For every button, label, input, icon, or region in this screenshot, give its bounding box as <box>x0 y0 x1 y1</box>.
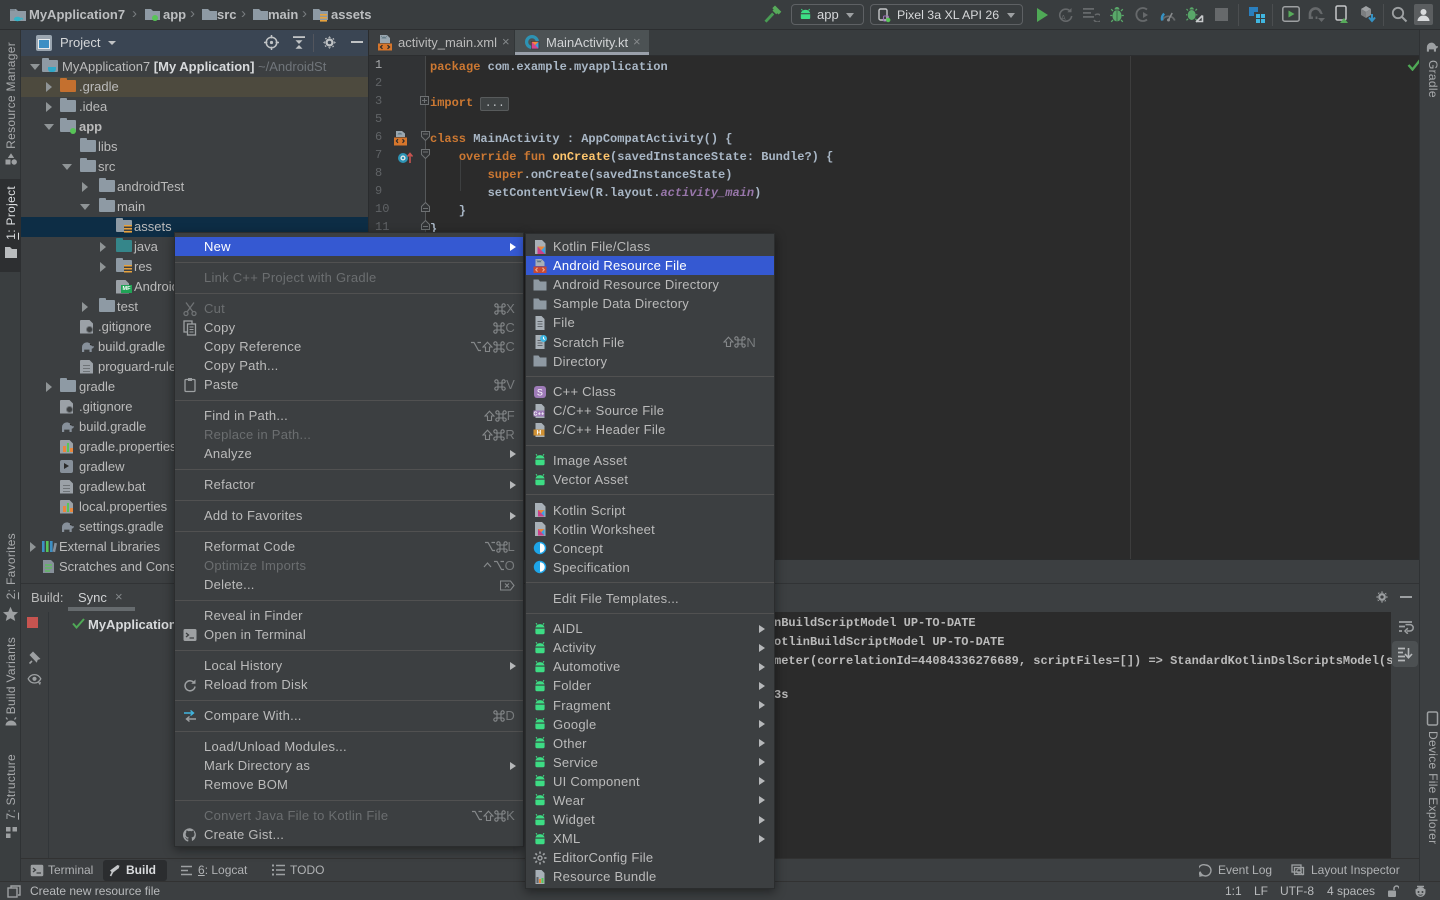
svg-text:H: H <box>537 429 542 436</box>
svg-text:A: A <box>1061 15 1066 22</box>
svg-text:C++: C++ <box>533 411 544 417</box>
svg-text:S: S <box>537 387 543 397</box>
